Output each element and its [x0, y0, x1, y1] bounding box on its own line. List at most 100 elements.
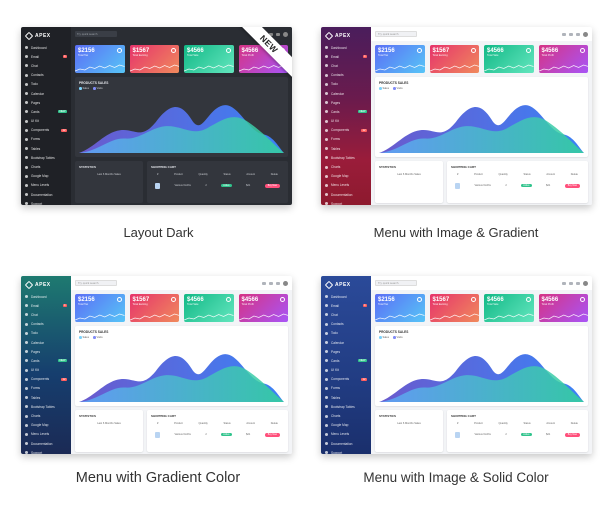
sidebar-item-cards[interactable]: Cards NEW [21, 107, 71, 116]
sidebar-item-ui-kit[interactable]: UI Kit [321, 117, 371, 126]
sidebar-item-tables[interactable]: Tables [321, 393, 371, 402]
sidebar-item-support[interactable]: Support [21, 199, 71, 205]
sidebar-item-menu-levels[interactable]: Menu Levels [321, 181, 371, 190]
sidebar-item-dashboard[interactable]: Dashboard [21, 292, 71, 301]
sidebar-item-chat[interactable]: Chat [321, 310, 371, 319]
sidebar-item-documentation[interactable]: Documentation [21, 190, 71, 199]
sidebar-item-todo[interactable]: Todo [21, 329, 71, 338]
sidebar-item-charts[interactable]: Charts [321, 162, 371, 171]
buy-now-button[interactable]: Buy Now [564, 183, 580, 188]
sidebar-item-cards[interactable]: Cards NEW [21, 356, 71, 365]
sidebar-item-pages[interactable]: Pages [21, 98, 71, 107]
search-input[interactable]: Try quick search [375, 31, 417, 37]
search-input[interactable]: Try quick search [75, 280, 117, 286]
preview-menu-gradient-color[interactable]: APEX Dashboard Email 4 Chat Contacts Todo Cale… [21, 276, 296, 486]
preview-menu-image-solid[interactable]: APEX Dashboard Email 4 Chat Contacts Todo Cale… [321, 276, 596, 485]
sidebar-item-documentation[interactable]: Documentation [21, 439, 71, 448]
sidebar-item-email[interactable]: Email 4 [21, 301, 71, 310]
sidebar-item-support[interactable]: Support [21, 448, 71, 454]
sidebar-item-pages[interactable]: Pages [21, 347, 71, 356]
sidebar-item-ui-kit[interactable]: UI Kit [321, 366, 371, 375]
menu-bullet-icon [325, 405, 328, 409]
flag-icon[interactable] [562, 281, 566, 285]
sidebar-item-dashboard[interactable]: Dashboard [321, 292, 371, 301]
preview-menu-image-gradient[interactable]: APEX Dashboard Email 4 Chat Contacts Todo Cale… [321, 27, 596, 240]
bell-icon[interactable] [569, 281, 573, 285]
sidebar-item-charts[interactable]: Charts [21, 162, 71, 171]
sidebar-item-charts[interactable]: Charts [321, 411, 371, 420]
sidebar-item-forms[interactable]: Forms [321, 135, 371, 144]
sidebar-item-todo[interactable]: Todo [21, 80, 71, 89]
avatar[interactable] [583, 31, 588, 37]
sidebar-item-chat[interactable]: Chat [21, 61, 71, 70]
sidebar-item-pages[interactable]: Pages [321, 98, 371, 107]
sidebar-item-calendar[interactable]: Calendar [321, 338, 371, 347]
sidebar-item-bootstrap-tables[interactable]: Bootstrap Tables [321, 402, 371, 411]
sidebar-item-chat[interactable]: Chat [21, 310, 71, 319]
settings-icon[interactable] [576, 281, 580, 285]
avatar[interactable] [283, 31, 288, 37]
bell-icon[interactable] [569, 32, 573, 36]
sidebar-item-documentation[interactable]: Documentation [321, 439, 371, 448]
sidebar-item-bootstrap-tables[interactable]: Bootstrap Tables [321, 153, 371, 162]
sidebar-item-components[interactable]: Components 12 [21, 375, 71, 384]
sidebar-item-tables[interactable]: Tables [21, 393, 71, 402]
sidebar-item-components[interactable]: Components 12 [321, 126, 371, 135]
sidebar-item-google-map[interactable]: Google Map [21, 172, 71, 181]
sidebar-item-google-map[interactable]: Google Map [321, 172, 371, 181]
flag-icon[interactable] [562, 32, 566, 36]
sidebar-item-components[interactable]: Components 12 [321, 375, 371, 384]
sidebar-item-menu-levels[interactable]: Menu Levels [21, 181, 71, 190]
avatar[interactable] [583, 280, 588, 286]
sidebar-item-dashboard[interactable]: Dashboard [321, 43, 371, 52]
sidebar-item-documentation[interactable]: Documentation [321, 190, 371, 199]
settings-icon[interactable] [276, 281, 280, 285]
sidebar-item-google-map[interactable]: Google Map [21, 421, 71, 430]
sidebar-item-components[interactable]: Components 12 [21, 126, 71, 135]
buy-now-button[interactable]: Buy Now [264, 183, 280, 188]
buy-now-button[interactable]: Buy Now [564, 432, 580, 437]
sidebar-item-ui-kit[interactable]: UI Kit [21, 117, 71, 126]
sidebar-item-calendar[interactable]: Calendar [321, 89, 371, 98]
sidebar-item-calendar[interactable]: Calendar [21, 338, 71, 347]
search-input[interactable]: Try quick search [375, 280, 417, 286]
sidebar-item-forms[interactable]: Forms [321, 384, 371, 393]
sidebar-item-contacts[interactable]: Contacts [21, 320, 71, 329]
cart-row: Various Norths 2 Active $21 Buy Now [451, 181, 584, 190]
sidebar-item-forms[interactable]: Forms [21, 135, 71, 144]
sidebar-item-support[interactable]: Support [321, 199, 371, 205]
sidebar-item-menu-levels[interactable]: Menu Levels [321, 430, 371, 439]
sidebar-item-calendar[interactable]: Calendar [21, 89, 71, 98]
avatar[interactable] [283, 280, 288, 286]
sidebar-item-cards[interactable]: Cards NEW [321, 107, 371, 116]
sidebar-item-chat[interactable]: Chat [321, 61, 371, 70]
sidebar-item-contacts[interactable]: Contacts [321, 320, 371, 329]
settings-icon[interactable] [576, 32, 580, 36]
sidebar-item-ui-kit[interactable]: UI Kit [21, 366, 71, 375]
sidebar-item-pages[interactable]: Pages [321, 347, 371, 356]
sidebar-item-email[interactable]: Email 4 [21, 52, 71, 61]
sidebar-item-email[interactable]: Email 4 [321, 301, 371, 310]
bell-icon[interactable] [269, 281, 273, 285]
sidebar-item-email[interactable]: Email 4 [321, 52, 371, 61]
sidebar-item-support[interactable]: Support [321, 448, 371, 454]
sidebar-item-dashboard[interactable]: Dashboard [21, 43, 71, 52]
sidebar-item-forms[interactable]: Forms [21, 384, 71, 393]
buy-now-button[interactable]: Buy Now [264, 432, 280, 437]
sidebar-item-google-map[interactable]: Google Map [321, 421, 371, 430]
sidebar-item-contacts[interactable]: Contacts [321, 71, 371, 80]
sidebar-item-todo[interactable]: Todo [321, 80, 371, 89]
sidebar-item-todo[interactable]: Todo [321, 329, 371, 338]
sidebar-item-charts[interactable]: Charts [21, 411, 71, 420]
search-input[interactable]: Try quick search [75, 31, 117, 37]
flag-icon[interactable] [262, 281, 266, 285]
sidebar-item-bootstrap-tables[interactable]: Bootstrap Tables [21, 153, 71, 162]
settings-icon[interactable] [276, 32, 280, 36]
sidebar-item-tables[interactable]: Tables [321, 144, 371, 153]
sidebar-item-bootstrap-tables[interactable]: Bootstrap Tables [21, 402, 71, 411]
preview-layout-dark[interactable]: APEX Dashboard Email 4 Chat Contacts Todo Cale… [21, 27, 296, 240]
sidebar-item-contacts[interactable]: Contacts [21, 71, 71, 80]
sidebar-item-tables[interactable]: Tables [21, 144, 71, 153]
sidebar-item-cards[interactable]: Cards NEW [321, 356, 371, 365]
sidebar-item-menu-levels[interactable]: Menu Levels [21, 430, 71, 439]
